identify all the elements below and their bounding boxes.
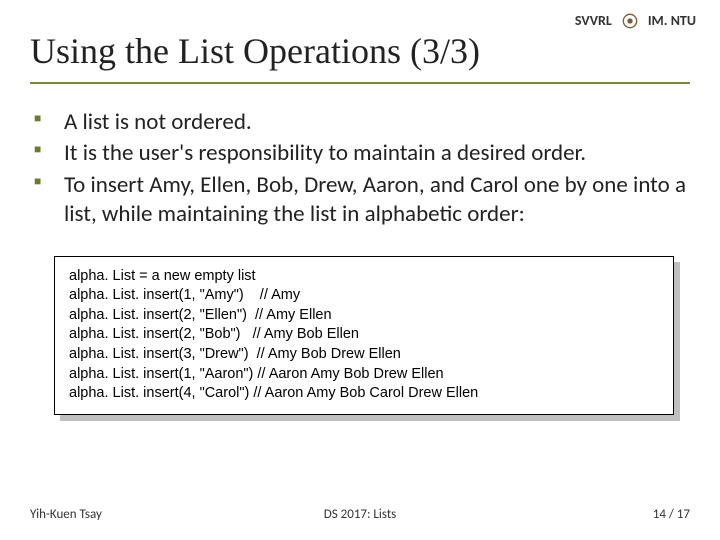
- header-org: SVVRL IM. NTU: [575, 12, 696, 29]
- bullet-list: A list is not ordered. It is the user's …: [30, 108, 690, 230]
- footer-page: 14 / 17: [653, 507, 690, 522]
- list-item: It is the user's responsibility to maint…: [64, 139, 690, 168]
- header-org-right: IM. NTU: [648, 12, 696, 29]
- footer-author: Yih-Kuen Tsay: [30, 507, 102, 522]
- ntu-logo-icon: [622, 13, 638, 29]
- slide: SVVRL IM. NTU Using the List Operations …: [0, 0, 720, 540]
- list-item: A list is not ordered.: [64, 108, 690, 137]
- header-org-left: SVVRL: [575, 12, 612, 29]
- code-content: alpha. List = a new empty list alpha. Li…: [54, 256, 674, 415]
- code-block: alpha. List = a new empty list alpha. Li…: [54, 256, 674, 415]
- footer-course: DS 2017: Lists: [324, 507, 397, 522]
- list-item: To insert Amy, Ellen, Bob, Drew, Aaron, …: [64, 171, 690, 230]
- page-title: Using the List Operations (3/3): [30, 30, 690, 84]
- footer: Yih-Kuen Tsay DS 2017: Lists 14 / 17: [30, 507, 690, 522]
